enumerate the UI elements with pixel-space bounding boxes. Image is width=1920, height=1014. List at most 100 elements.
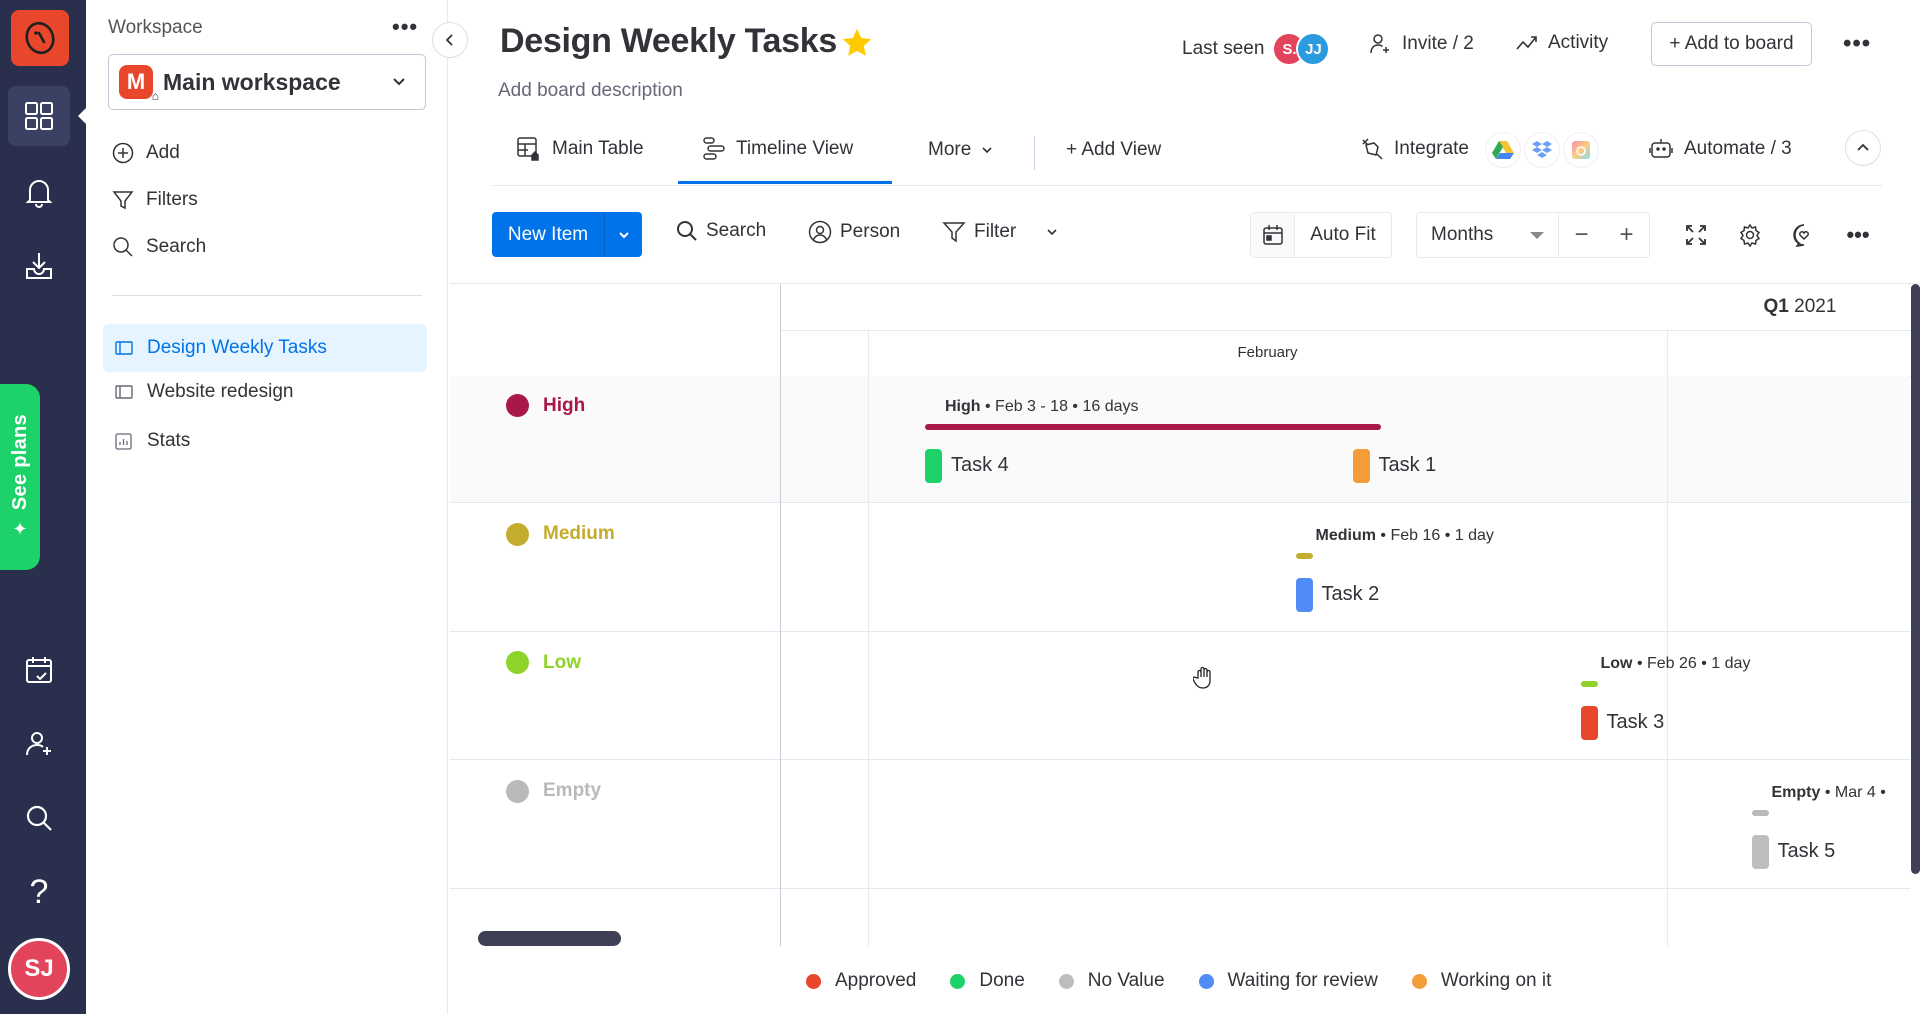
search-button[interactable]: Search: [676, 220, 766, 242]
board-title[interactable]: Design Weekly Tasks: [500, 22, 837, 61]
task-label[interactable]: Task 1: [1379, 454, 1437, 477]
month-divider: [868, 330, 869, 946]
feedback-button[interactable]: [1788, 219, 1820, 251]
zoom-out-button[interactable]: −: [1574, 221, 1588, 249]
settings-button[interactable]: [1734, 219, 1766, 251]
tab-main-table[interactable]: Main Table: [516, 136, 644, 162]
group-summary: Medium • Feb 16 • 1 day: [1316, 527, 1494, 545]
group-label-low[interactable]: Low: [506, 651, 581, 674]
see-plans-label: See plans: [8, 414, 31, 511]
person-filter-button[interactable]: Person: [808, 220, 900, 244]
group-label-high[interactable]: High: [506, 394, 585, 417]
summary-name: High: [945, 398, 981, 415]
tab-label: Timeline View: [736, 138, 854, 159]
dropdown-triangle-icon: [1530, 232, 1544, 239]
task-label[interactable]: Task 5: [1778, 840, 1836, 863]
filter-button[interactable]: Filter: [942, 220, 1060, 244]
task-bar[interactable]: [1751, 834, 1769, 869]
integrate-button[interactable]: Integrate: [1360, 137, 1469, 161]
board-more-button[interactable]: •••: [1843, 30, 1871, 58]
add-view-button[interactable]: + Add View: [1066, 139, 1161, 161]
add-to-board-button[interactable]: + Add to board: [1651, 22, 1812, 66]
row-divider: [450, 631, 1910, 632]
legend-label: Waiting for review: [1227, 970, 1378, 991]
task-bar[interactable]: [925, 449, 942, 483]
fullscreen-button[interactable]: [1680, 219, 1712, 251]
new-item-label: New Item: [507, 223, 589, 245]
rail-inbox-button[interactable]: [8, 236, 70, 296]
search-label: Search: [706, 220, 767, 241]
task-label[interactable]: Task 2: [1322, 583, 1380, 606]
workspace-filters-label: Filters: [146, 189, 198, 210]
task-bar[interactable]: [1580, 706, 1598, 740]
auto-fit-control[interactable]: Auto Fit: [1250, 212, 1392, 258]
new-item-button[interactable]: New Item: [492, 212, 642, 257]
task-bar[interactable]: [1295, 577, 1313, 612]
workspace-search-button[interactable]: Search: [112, 236, 206, 258]
board-item-website-redesign[interactable]: Website redesign: [103, 368, 427, 416]
board-item-label: Design Weekly Tasks: [147, 337, 327, 358]
group-color-dot: [506, 651, 529, 674]
tab-separator: [1034, 136, 1035, 170]
invite-button[interactable]: Invite / 2: [1368, 32, 1474, 56]
group-summary-bar[interactable]: [1295, 552, 1313, 559]
legend-item: Waiting for review: [1198, 970, 1378, 992]
rail-search-button[interactable]: [8, 788, 70, 848]
task-bar[interactable]: [1352, 449, 1370, 483]
group-summary-bar[interactable]: [1580, 681, 1598, 687]
board-description[interactable]: Add board description: [498, 80, 683, 102]
rail-help-button[interactable]: ?: [8, 862, 70, 922]
automate-button[interactable]: Automate / 3: [1648, 137, 1792, 161]
zoom-level-select[interactable]: Months: [1417, 213, 1559, 257]
summary-details: • Feb 3 - 18 • 16 days: [980, 398, 1139, 415]
legend-item: Working on it: [1411, 970, 1551, 992]
tab-more[interactable]: More: [928, 139, 995, 161]
group-summary-bar[interactable]: [1751, 809, 1769, 816]
dashboard-icon: [115, 432, 132, 450]
group-color-dot: [506, 394, 529, 417]
user-avatar[interactable]: SJ: [8, 938, 70, 1000]
board-item-label: Stats: [147, 430, 191, 451]
new-item-dropdown[interactable]: [605, 228, 642, 242]
tab-timeline-view[interactable]: Timeline View: [702, 136, 853, 162]
see-plans-button[interactable]: See plans ✦: [0, 384, 40, 570]
board-item-stats[interactable]: Stats: [103, 417, 427, 465]
last-seen[interactable]: Last seen S. JJ: [1182, 32, 1331, 66]
task-label[interactable]: Task 3: [1607, 711, 1665, 734]
workspace-selector[interactable]: M ⌂ Main workspace: [108, 54, 426, 110]
chevron-down-icon[interactable]: [1044, 224, 1060, 240]
board-item-design-weekly-tasks[interactable]: Design Weekly Tasks: [103, 324, 427, 372]
group-label-empty[interactable]: Empty: [506, 779, 601, 803]
horizontal-scrollbar[interactable]: [478, 931, 621, 946]
collapse-header-button[interactable]: [1845, 130, 1881, 166]
group-label-medium[interactable]: Medium: [506, 522, 615, 546]
tab-label: More: [928, 139, 972, 160]
group-summary: High • Feb 3 - 18 • 16 days: [945, 398, 1139, 416]
workspace-add-button[interactable]: Add: [112, 142, 180, 164]
workspace-filters-button[interactable]: Filters: [112, 189, 198, 211]
activity-button[interactable]: Activity: [1516, 32, 1608, 54]
collapse-panel-button[interactable]: [432, 22, 468, 58]
toolbar-more-button[interactable]: •••: [1842, 219, 1874, 251]
calendar-button[interactable]: [1251, 213, 1295, 257]
app-logo[interactable]: [11, 10, 69, 66]
group-name: Low: [543, 651, 581, 673]
chevron-left-icon: [445, 34, 453, 46]
month-label: February: [1237, 344, 1298, 361]
legend-item: No Value: [1058, 970, 1165, 992]
workspace-more-button[interactable]: •••: [392, 14, 418, 40]
automate-label: Automate / 3: [1684, 138, 1792, 159]
star-icon[interactable]: [840, 26, 874, 60]
vertical-scrollbar[interactable]: [1911, 284, 1920, 874]
rail-invite-button[interactable]: [8, 714, 70, 774]
rail-my-work-button[interactable]: [8, 640, 70, 700]
timeline[interactable]: Q1 2021 February High High • Feb 3 - 18 •…: [450, 284, 1920, 946]
left-rail: See plans ✦ ? SJ: [0, 0, 87, 1014]
hand-cursor-icon: [1193, 666, 1211, 689]
rail-workspaces-button[interactable]: [8, 86, 70, 146]
monday-logo-icon: [25, 21, 55, 55]
group-summary-bar[interactable]: [925, 424, 1381, 430]
task-label[interactable]: Task 4: [951, 454, 1009, 477]
zoom-in-button[interactable]: +: [1619, 221, 1633, 249]
rail-notifications-button[interactable]: [8, 162, 70, 222]
